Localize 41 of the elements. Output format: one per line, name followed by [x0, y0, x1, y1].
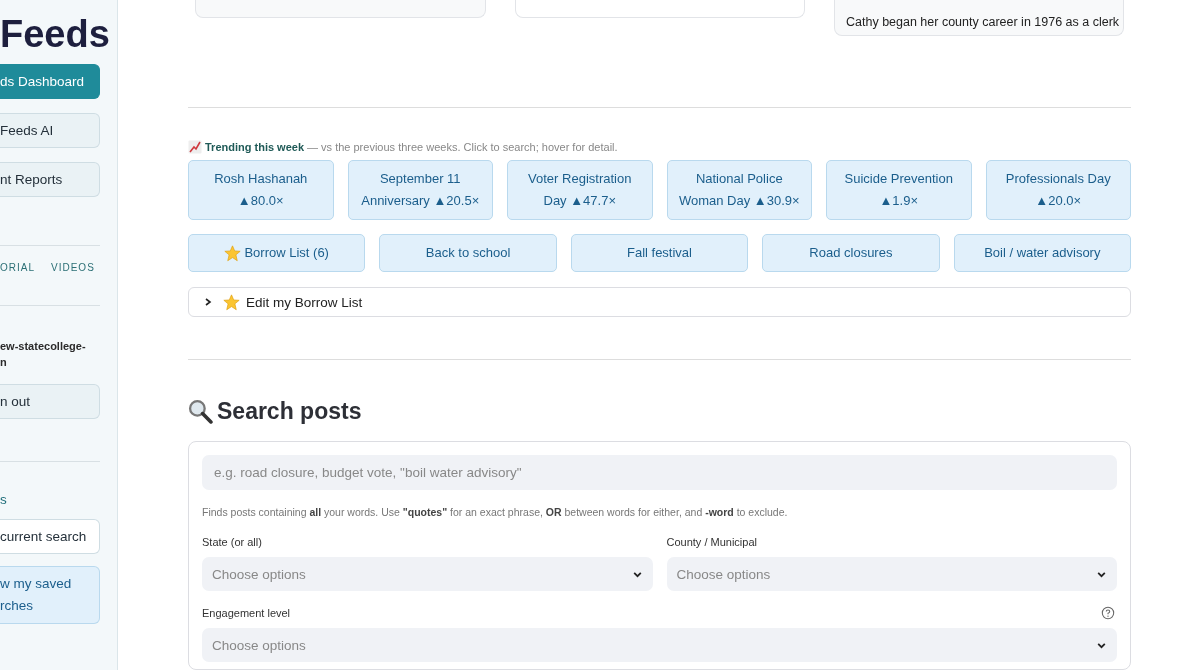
nav-button[interactable]: ds Dashboard — [0, 64, 100, 99]
field-label: Engagement level — [202, 607, 291, 620]
nav-button[interactable]: nt Reports — [0, 162, 100, 197]
nav-button[interactable]: Feeds AI — [0, 113, 100, 148]
search-field[interactable]: e.g. road closure, budget vote, "boil water advisory" — [202, 455, 1117, 491]
quick-search-button[interactable]: Fall festival — [570, 234, 749, 272]
trending-title: Trending this week — [205, 141, 305, 153]
select-field[interactable]: Choose options — [666, 557, 1117, 592]
star-icon — [223, 293, 240, 311]
nav-link[interactable]: VIDEOS — [51, 262, 95, 273]
save-search-button[interactable]: current search — [0, 519, 100, 554]
quick-search-button[interactable]: Back to school — [379, 234, 557, 272]
quick-search-button[interactable]: Road closures — [762, 234, 940, 272]
trending-chip[interactable]: National Police Woman Day ▲30.9× — [666, 160, 812, 220]
post-text: Cathy began her county career in 1976 as a clerk — [846, 15, 1120, 29]
search-hint: Finds posts containing all your words. Use "quotes" for an exact phrase, OR between words for either, and -word to exclude. — [202, 506, 789, 519]
star-icon — [224, 244, 242, 262]
trending-note: — vs the previous three weeks. Click to search; hover for detail. — [307, 141, 618, 153]
field-label: State (or all) — [202, 536, 262, 549]
app-logo: Feeds — [0, 12, 110, 56]
trending-chip[interactable]: Rosh Hashanah ▲80.0× — [188, 160, 334, 220]
trending-chip[interactable]: Professionals Day ▲20.0× — [985, 160, 1131, 220]
nav-link[interactable]: ORIAL — [0, 262, 35, 273]
view-saved-button[interactable]: w my saved rches — [0, 566, 100, 624]
section-heading: Search posts — [217, 398, 362, 426]
help-icon[interactable] — [1101, 606, 1115, 621]
chart-icon — [188, 140, 202, 154]
trending-chip[interactable]: Voter Registration Day ▲47.7× — [507, 160, 653, 220]
sign-out-button[interactable]: n out — [0, 384, 100, 419]
trending-chip[interactable]: Suicide Prevention ▲1.9× — [826, 160, 972, 220]
select-field[interactable]: Choose options — [202, 628, 1117, 663]
section-heading: s — [0, 492, 7, 507]
borrow-list-expander[interactable]: Edit my Borrow List — [188, 287, 1131, 318]
account-email: ew-statecollege- n — [0, 339, 86, 370]
trending-chip[interactable]: September 11 Anniversary ▲20.5× — [347, 160, 493, 220]
search-icon — [188, 399, 213, 425]
quick-search-button[interactable]: Borrow List (6) — [188, 234, 366, 272]
select-field[interactable]: Choose options — [202, 557, 653, 592]
chevron-icon — [203, 297, 213, 308]
quick-search-button[interactable]: Boil / water advisory — [953, 234, 1131, 272]
field-label: County / Municipal — [666, 536, 757, 549]
